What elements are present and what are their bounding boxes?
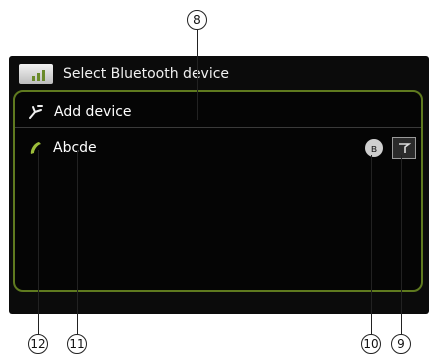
page-title: Select Bluetooth device (63, 66, 230, 82)
callout-9-leader (401, 155, 402, 334)
callout-10-leader (371, 155, 372, 334)
callout-8: 8 (187, 10, 207, 30)
callout-12: 12 (28, 334, 48, 354)
bluetooth-status-icon: ʙ (365, 139, 383, 157)
device-item[interactable]: Abcde ʙ (15, 133, 421, 163)
add-device-icon (28, 104, 44, 120)
callout-11-leader (77, 150, 78, 334)
device-name: Abcde (53, 140, 97, 156)
add-device-label: Add device (54, 104, 132, 120)
callout-11: 11 (67, 334, 87, 354)
callout-10: 10 (361, 334, 381, 354)
callout-8-leader (197, 30, 198, 120)
title-bar: Select Bluetooth device (13, 61, 423, 87)
add-device-item[interactable]: Add device (15, 97, 421, 128)
device-list-panel: Add device Abcde ʙ (13, 90, 423, 292)
phone-icon (28, 140, 44, 156)
callout-12-leader (38, 150, 39, 334)
bluetooth-device-icon (19, 64, 53, 84)
callout-9: 9 (391, 334, 411, 354)
signal-button[interactable] (392, 137, 416, 159)
